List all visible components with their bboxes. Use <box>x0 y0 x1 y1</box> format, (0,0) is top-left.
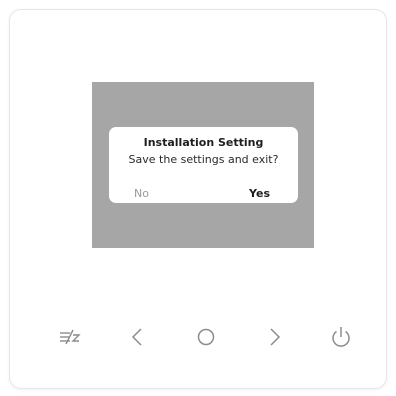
yes-button[interactable]: Yes <box>249 187 270 200</box>
dialog-title: Installation Setting <box>143 136 264 149</box>
menu-button[interactable] <box>56 322 86 352</box>
power-button[interactable] <box>326 322 356 352</box>
right-button[interactable] <box>260 322 290 352</box>
power-icon <box>332 327 350 347</box>
dialog-message: Save the settings and exit? <box>128 153 279 166</box>
no-button[interactable]: No <box>134 187 149 200</box>
chevron-right-icon <box>270 328 281 346</box>
lcd-screen: Installation Setting Save the settings a… <box>92 82 314 248</box>
circle-ok-icon <box>197 328 215 346</box>
menu-toggle-icon <box>60 329 81 345</box>
left-button[interactable] <box>122 322 152 352</box>
confirm-dialog: Installation Setting Save the settings a… <box>109 127 298 203</box>
chevron-left-icon <box>131 328 142 346</box>
ok-button[interactable] <box>191 322 221 352</box>
